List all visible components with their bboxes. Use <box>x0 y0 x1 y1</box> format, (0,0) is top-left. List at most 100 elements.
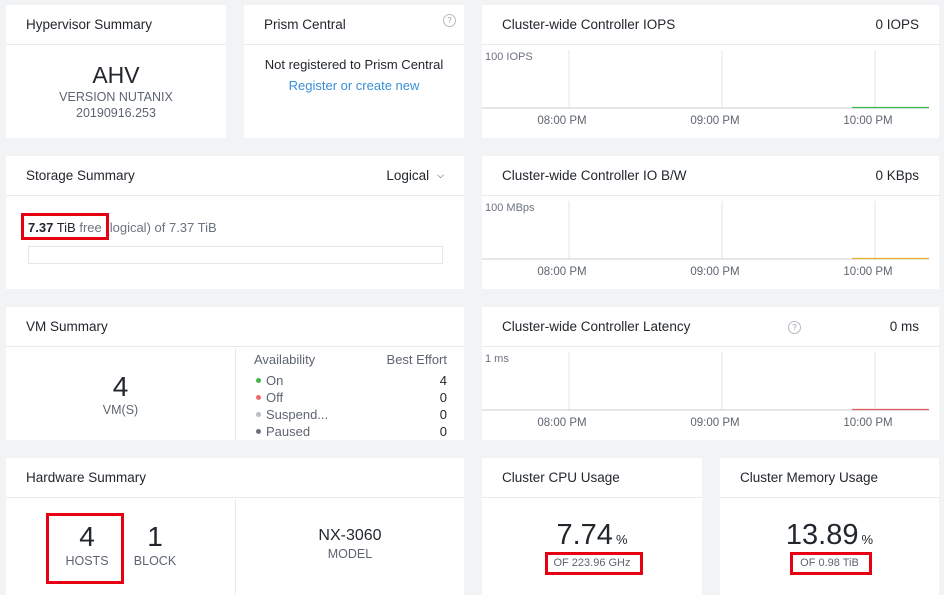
vm-count: 4 <box>112 371 129 402</box>
cpu-usage-unit: % <box>615 532 628 547</box>
status-dot-icon <box>256 429 261 434</box>
vm-availability-row[interactable]: On 4 <box>254 372 447 389</box>
vm-state-count: 0 <box>439 424 447 439</box>
iobw-chart-card: Cluster-wide Controller IO B/W 0 KBps 10… <box>482 156 939 289</box>
vm-summary-card: VM Summary 4 VM(S) Availability Best Eff… <box>6 307 464 440</box>
card-title: Hardware Summary <box>26 470 147 485</box>
x-tick-label: 09:00 PM <box>690 115 739 127</box>
prism-registration-status: Not registered to Prism Central <box>264 57 444 72</box>
prism-central-card: Prism Central ? Not registered to Prism … <box>244 5 464 138</box>
cpu-usage-value: 7.74 <box>556 519 613 551</box>
card-title: VM Summary <box>26 319 108 334</box>
vm-count-label: VM(S) <box>102 403 139 417</box>
model-name: NX-3060 <box>318 527 382 544</box>
vm-state-count: 0 <box>439 390 447 405</box>
status-dot-icon <box>256 395 261 400</box>
cpu-usage-card: Cluster CPU Usage 7.74% OF 223.96 GHz <box>482 458 702 595</box>
card-header: Storage Summary Logical ⌵ <box>6 156 464 196</box>
y-axis-label: 100 MBps <box>485 202 535 214</box>
x-tick-label: 08:00 PM <box>537 417 586 429</box>
latency-chart[interactable]: 1 ms 08:00 PM 09:00 PM 10:00 PM <box>482 348 939 440</box>
card-header: Cluster Memory Usage <box>720 458 939 498</box>
iops-current-value: 0 IOPS <box>875 17 919 32</box>
memory-usage-value-block[interactable]: 13.89% <box>720 520 939 550</box>
storage-usage-bar <box>28 246 443 264</box>
iops-chart-card: Cluster-wide Controller IOPS 0 IOPS 100 … <box>482 5 939 138</box>
iops-chart[interactable]: 100 IOPS 08:00 PM 09:00 PM 10:00 PM <box>482 46 939 138</box>
status-dot-icon <box>256 378 261 383</box>
x-tick-label: 08:00 PM <box>537 115 586 127</box>
vm-availability-row[interactable]: Paused 0 <box>254 423 447 440</box>
card-header: Hardware Summary <box>6 458 464 498</box>
x-tick-label: 09:00 PM <box>690 266 739 278</box>
vm-state: Paused <box>254 423 310 440</box>
chevron-down-icon: ⌵ <box>437 170 444 180</box>
card-title: Hypervisor Summary <box>26 17 153 32</box>
vm-count-section[interactable]: 4 VM(S) <box>6 348 235 440</box>
hardware-summary-card: Hardware Summary 4 HOSTS 1 BLOCK NX-3060… <box>6 458 464 595</box>
storage-summary-card: Storage Summary Logical ⌵ 7.37 TiB free … <box>6 156 464 289</box>
vm-state-label: On <box>266 373 284 388</box>
storage-total-text: (logical) of 7.37 TiB <box>105 220 217 235</box>
storage-view-selected: Logical <box>386 168 430 183</box>
highlight-box <box>545 552 643 575</box>
x-tick-label: 10:00 PM <box>843 115 892 127</box>
vm-state-label: Off <box>266 390 284 405</box>
card-header: VM Summary <box>6 307 464 347</box>
vm-state-count: 4 <box>439 373 447 388</box>
vm-state: Off <box>254 389 283 406</box>
y-axis-label: 1 ms <box>485 353 509 365</box>
iobw-chart[interactable]: 100 MBps 08:00 PM 09:00 PM 10:00 PM <box>482 197 939 289</box>
memory-usage-card: Cluster Memory Usage 13.89% OF 0.98 TiB <box>720 458 939 595</box>
vertical-divider <box>235 348 236 440</box>
card-header: Prism Central <box>244 5 464 45</box>
vm-availability-row[interactable]: Off 0 <box>254 389 447 406</box>
highlight-box <box>790 552 872 575</box>
card-title: Cluster-wide Controller IOPS <box>502 17 676 32</box>
y-axis-label: 100 IOPS <box>485 51 533 63</box>
x-tick-label: 09:00 PM <box>690 417 739 429</box>
card-title: Cluster CPU Usage <box>502 470 620 485</box>
question-circle-icon[interactable]: ? <box>788 321 801 334</box>
vm-state: Suspend... <box>254 406 328 423</box>
blocks-count: 1 <box>147 521 163 552</box>
card-header: Cluster-wide Controller IO B/W 0 KBps <box>482 156 939 196</box>
vm-state-label: Paused <box>266 424 311 439</box>
vm-state-count: 0 <box>439 407 447 422</box>
hypervisor-name: AHV <box>92 62 140 88</box>
status-dot-icon <box>256 412 261 417</box>
x-tick-label: 08:00 PM <box>537 266 586 278</box>
model-stat: NX-3060 MODEL <box>236 526 464 561</box>
cpu-usage-value-block[interactable]: 7.74% <box>482 520 702 550</box>
card-header: Cluster CPU Usage <box>482 458 702 498</box>
model-label: MODEL <box>327 547 373 561</box>
card-title: Prism Central <box>264 17 346 32</box>
latency-current-value: 0 ms <box>889 319 919 334</box>
card-header: Cluster-wide Controller Latency 0 ms <box>482 307 939 347</box>
chart-svg: 100 MBps 08:00 PM 09:00 PM 10:00 PM <box>482 201 929 278</box>
vm-state-label: Suspend... <box>266 407 329 422</box>
hypervisor-summary-card: Hypervisor Summary AHV VERSION NUTANIX 2… <box>6 5 226 138</box>
chart-svg: 1 ms 08:00 PM 09:00 PM 10:00 PM <box>482 352 929 429</box>
chart-svg: 100 IOPS 08:00 PM 09:00 PM 10:00 PM <box>482 50 929 127</box>
register-link[interactable]: Register or create new <box>244 77 464 95</box>
highlight-box <box>21 213 109 240</box>
vm-state: On <box>254 372 283 389</box>
question-circle-icon[interactable]: ? <box>443 14 456 27</box>
card-header: Hypervisor Summary <box>6 5 226 45</box>
availability-header: Availability <box>254 352 316 367</box>
vm-availability-row[interactable]: Suspend... 0 <box>254 406 447 423</box>
memory-usage-unit: % <box>861 532 874 547</box>
iobw-current-value: 0 KBps <box>875 168 919 183</box>
memory-usage-value: 13.89 <box>785 519 859 551</box>
card-title: Cluster-wide Controller Latency <box>502 319 691 334</box>
storage-view-dropdown[interactable]: Logical ⌵ <box>386 168 444 183</box>
card-header: Cluster-wide Controller IOPS 0 IOPS <box>482 5 939 45</box>
blocks-stat[interactable]: 1 BLOCK <box>130 521 180 569</box>
latency-chart-card: Cluster-wide Controller Latency 0 ms ? 1… <box>482 307 939 440</box>
highlight-box <box>46 513 124 584</box>
vm-availability-table: Availability Best Effort On 4 Off 0 Suspend.… <box>254 351 447 440</box>
hypervisor-version: 20190916.253 <box>76 106 156 120</box>
card-title: Cluster-wide Controller IO B/W <box>502 168 687 183</box>
best-effort-header: Best Effort <box>386 352 447 367</box>
